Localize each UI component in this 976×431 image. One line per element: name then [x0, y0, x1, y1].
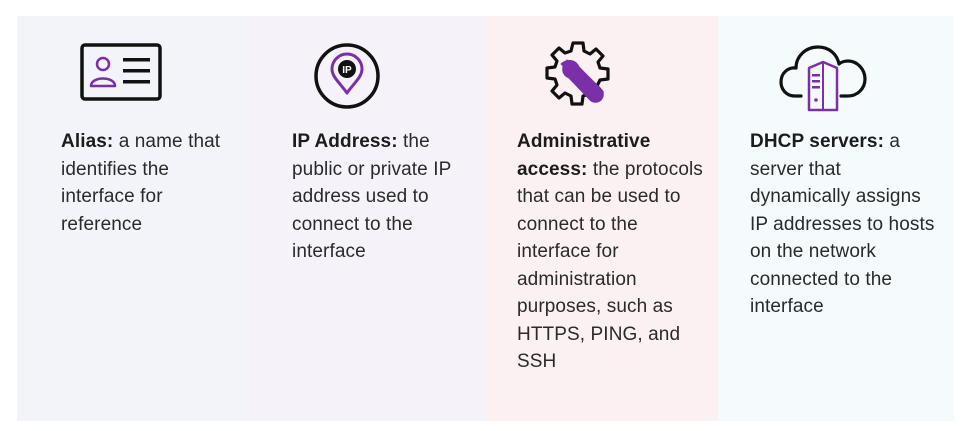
card-ip-address: IP IP Address: the public or private IP … — [250, 16, 485, 421]
gear-wrench-icon — [545, 41, 610, 106]
card-administrative-access: Administrative access: the protocols tha… — [485, 16, 718, 421]
administrative-access-description: the protocols that can be used to connec… — [517, 158, 703, 373]
alias-term: Alias: — [61, 131, 114, 152]
ip-address-text: IP Address: the public or private IP add… — [292, 128, 472, 266]
administrative-access-text: Administrative access: the protocols tha… — [517, 128, 707, 376]
location-pin-ip-icon: IP — [314, 43, 380, 109]
card-dhcp-servers: DHCP servers: a server that dynamically … — [718, 16, 954, 421]
alias-text: Alias: a name that identifies the interf… — [61, 128, 236, 238]
dhcp-servers-text: DHCP servers: a server that dynamically … — [750, 128, 940, 321]
feature-panels: Alias: a name that identifies the interf… — [17, 16, 954, 421]
dhcp-servers-description: a server that dynamically assigns IP add… — [750, 131, 935, 317]
id-card-icon — [80, 43, 162, 101]
dhcp-servers-term: DHCP servers: — [750, 131, 885, 152]
pin-ip-label: IP — [342, 65, 352, 76]
ip-address-term: IP Address: — [292, 131, 398, 152]
cloud-server-icon — [779, 45, 867, 112]
card-alias: Alias: a name that identifies the interf… — [17, 16, 250, 421]
